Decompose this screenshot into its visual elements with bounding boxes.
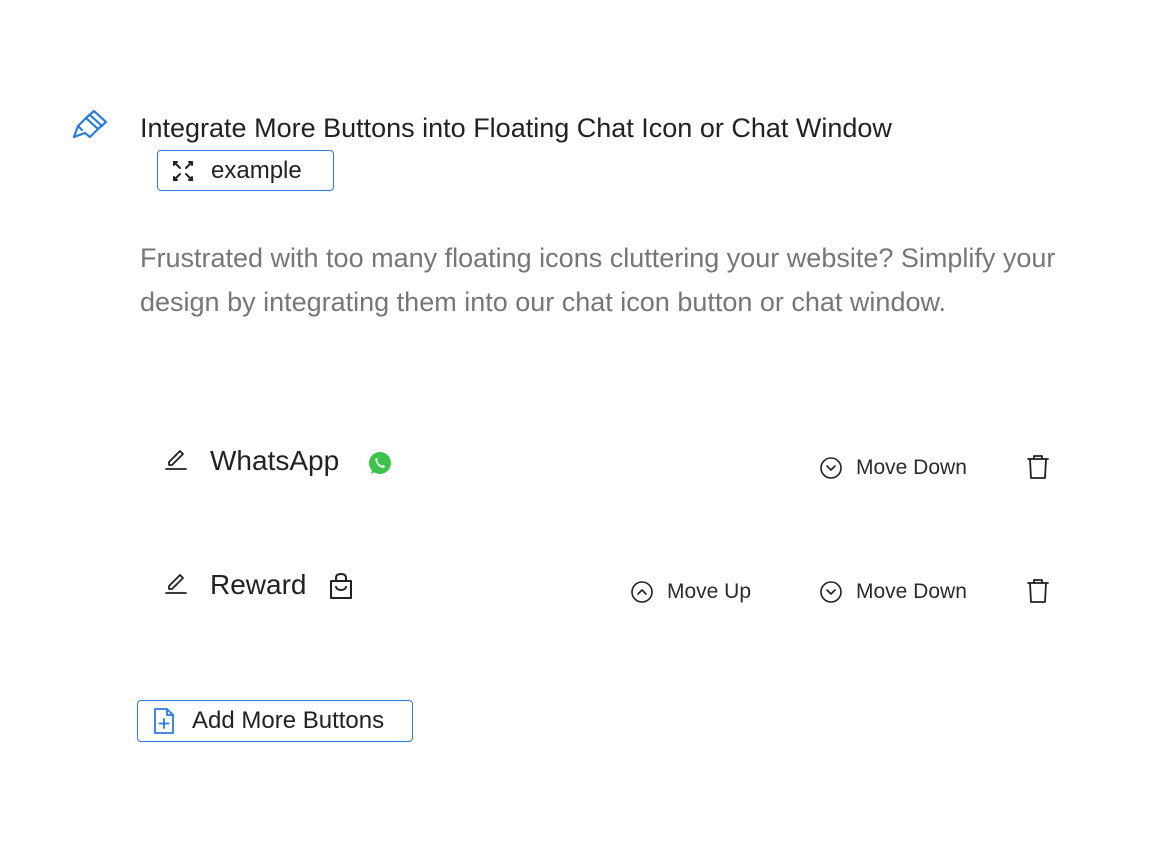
edit-icon[interactable] [164,570,188,594]
whatsapp-icon [369,452,391,474]
chevron-up-circle-icon [631,581,653,603]
page: Integrate More Buttons into Floating Cha… [0,0,1162,846]
section-title: Integrate More Buttons into Floating Cha… [140,113,892,143]
paintbrush-icon [72,109,108,139]
move-up-button[interactable]: Move Up [630,577,751,607]
button-name: Reward [210,569,307,600]
shopping-bag-icon [330,573,352,599]
trash-icon[interactable] [1025,578,1051,604]
example-button[interactable]: example [157,150,334,191]
move-down-button[interactable]: Move Down [819,453,967,483]
example-label: example [211,156,302,184]
file-add-icon [154,708,174,734]
trash-icon[interactable] [1025,454,1051,480]
add-more-buttons-button[interactable]: Add More Buttons [137,700,413,742]
chevron-down-circle-icon [820,457,842,479]
add-more-buttons-label: Add More Buttons [192,707,385,734]
button-name: WhatsApp [210,445,340,476]
button-row-reward: Reward Move Up Move Down [0,564,1162,614]
button-row-whatsapp: WhatsApp Move Down [0,440,1162,490]
move-down-label: Move Down [856,580,967,603]
move-up-label: Move Up [667,580,752,603]
move-down-label: Move Down [856,456,967,479]
move-down-button[interactable]: Move Down [819,577,967,607]
section-description: Frustrated with too many floating icons … [140,243,1056,317]
expand-icon [173,160,193,181]
edit-icon[interactable] [164,446,188,470]
chevron-down-circle-icon [820,581,842,603]
